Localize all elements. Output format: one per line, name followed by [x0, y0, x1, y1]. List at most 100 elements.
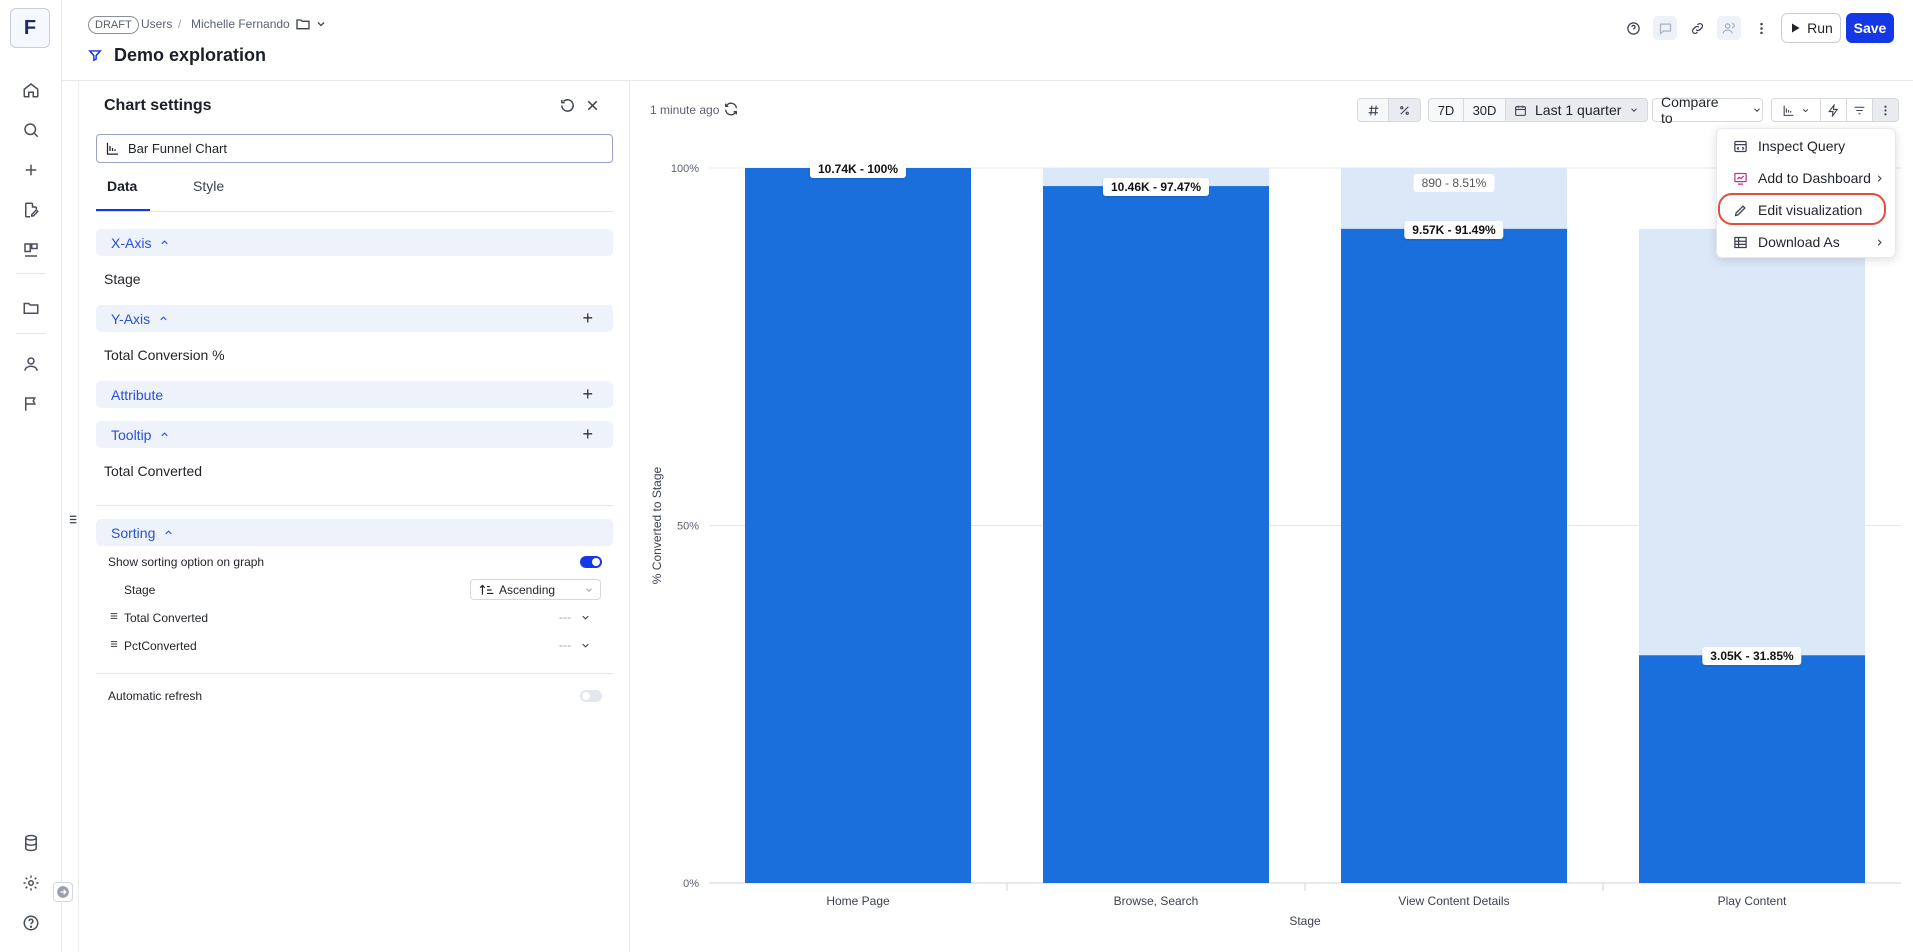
- sort-order-select[interactable]: Ascending: [470, 579, 601, 600]
- tooltip-label: Tooltip: [111, 426, 152, 443]
- folder-icon[interactable]: [19, 296, 43, 320]
- home-icon[interactable]: [19, 78, 43, 102]
- menu-item-download-as[interactable]: Download As: [1717, 227, 1897, 257]
- tooltip-section[interactable]: Tooltip +: [96, 421, 613, 448]
- y-axis-label: Y-Axis: [111, 310, 151, 327]
- save-button[interactable]: Save: [1846, 13, 1894, 43]
- close-icon[interactable]: [584, 97, 601, 114]
- drag-handle-icon[interactable]: [110, 612, 118, 620]
- sort-order-value: Ascending: [499, 582, 556, 597]
- add-attribute-icon[interactable]: +: [582, 385, 593, 403]
- folder-dropdown[interactable]: [295, 16, 327, 32]
- attribute-section[interactable]: Attribute +: [96, 381, 613, 408]
- bar-chart-icon: [106, 142, 119, 155]
- number-format-button[interactable]: [1357, 98, 1389, 122]
- range-30d-button[interactable]: 30D: [1464, 98, 1506, 122]
- menu-item-inspect-query[interactable]: Inspect Query: [1717, 131, 1897, 161]
- run-button[interactable]: Run: [1781, 13, 1841, 43]
- arrow-circle-icon: [57, 886, 69, 898]
- bar-converted[interactable]: [745, 168, 971, 883]
- folder-icon: [296, 19, 310, 30]
- menu-item-add-to-dashboard[interactable]: Add to Dashboard: [1717, 163, 1897, 193]
- bar-value-label: 3.05K - 31.85%: [1702, 647, 1802, 666]
- bar-chart-icon: [1783, 105, 1794, 116]
- chart-more-button[interactable]: [1873, 98, 1899, 122]
- breadcrumb-users[interactable]: Users: [141, 17, 172, 31]
- dashboard-icon: [1734, 172, 1747, 185]
- app-logo[interactable]: F: [10, 8, 50, 48]
- chevron-down-icon[interactable]: [580, 640, 591, 651]
- percent-format-button[interactable]: [1389, 98, 1421, 122]
- bar-value-label: 9.57K - 91.49%: [1404, 220, 1504, 239]
- bar-value-label: 10.74K - 100%: [809, 160, 907, 178]
- rail-divider: [16, 333, 46, 334]
- x-tick-label: Play Content: [1718, 894, 1787, 908]
- more-options-icon: [1884, 105, 1887, 115]
- search-icon[interactable]: [19, 118, 43, 142]
- highlight-ring: [1718, 193, 1886, 225]
- chevron-up-icon: [165, 530, 173, 535]
- help-icon[interactable]: [19, 911, 43, 935]
- compare-to-select[interactable]: Compare to: [1652, 94, 1763, 126]
- x-tick-label: View Content Details: [1398, 894, 1509, 908]
- section-divider: [96, 673, 613, 674]
- show-sorting-toggle[interactable]: [580, 556, 602, 568]
- list-icon[interactable]: [65, 513, 78, 526]
- x-axis-field[interactable]: Stage: [104, 271, 141, 287]
- compare-to-label: Compare to: [1661, 94, 1719, 126]
- code-icon: [1734, 140, 1747, 152]
- collapse-rail-button[interactable]: [53, 882, 73, 902]
- filter-button[interactable]: [1847, 98, 1873, 122]
- boards-icon[interactable]: [19, 238, 43, 262]
- chart-type-button[interactable]: [1771, 98, 1821, 122]
- y-axis-field[interactable]: Total Conversion %: [104, 347, 225, 363]
- hash-icon: [1368, 105, 1378, 115]
- rail-divider: [16, 273, 46, 274]
- link-icon[interactable]: [1685, 16, 1709, 40]
- tab-data[interactable]: Data: [107, 178, 137, 194]
- bar-converted[interactable]: [1639, 655, 1865, 883]
- bar-converted[interactable]: [1341, 228, 1567, 883]
- gear-icon[interactable]: [19, 871, 43, 895]
- refresh-icon[interactable]: [723, 101, 739, 117]
- auto-refresh-label: Automatic refresh: [108, 689, 203, 703]
- comment-icon[interactable]: [1653, 16, 1677, 40]
- y-axis-title: % Converted to Stage: [650, 466, 664, 584]
- bar-converted[interactable]: [1043, 186, 1269, 884]
- add-tooltip-icon[interactable]: +: [582, 425, 593, 443]
- range-7d-button[interactable]: 7D: [1428, 98, 1464, 122]
- database-icon[interactable]: [19, 831, 43, 855]
- chevron-down-icon[interactable]: [580, 612, 591, 623]
- x-axis-title: Stage: [1289, 914, 1321, 928]
- edit-document-icon[interactable]: [19, 198, 43, 222]
- users-icon[interactable]: [1717, 16, 1741, 40]
- reset-icon[interactable]: [559, 97, 576, 114]
- date-range-select[interactable]: Last 1 quarter: [1506, 98, 1648, 122]
- breadcrumb-owner[interactable]: Michelle Fernando: [191, 17, 290, 31]
- breadcrumb-separator: /: [178, 17, 182, 31]
- page-title: Demo exploration: [114, 45, 267, 65]
- chart-type-select[interactable]: Bar Funnel Chart: [96, 134, 613, 163]
- more-options-icon[interactable]: [1749, 16, 1773, 40]
- insights-button[interactable]: [1821, 98, 1847, 122]
- x-tick-label: Browse, Search: [1114, 894, 1199, 908]
- chevron-up-icon: [161, 240, 169, 245]
- add-y-axis-icon[interactable]: +: [582, 309, 593, 327]
- y-axis-section[interactable]: Y-Axis +: [96, 305, 613, 332]
- auto-refresh-toggle[interactable]: [580, 690, 602, 702]
- drag-handle-icon[interactable]: [110, 640, 118, 648]
- draft-badge: DRAFT: [88, 16, 139, 34]
- help-icon[interactable]: [1621, 16, 1645, 40]
- y-tick-label: 100%: [671, 163, 699, 175]
- sort-pct-converted-label: PctConverted: [124, 639, 197, 653]
- user-icon[interactable]: [19, 352, 43, 376]
- chevron-up-icon: [160, 316, 167, 321]
- x-axis-section[interactable]: X-Axis: [96, 229, 613, 256]
- x-tick-label: Home Page: [826, 894, 890, 908]
- tab-style[interactable]: Style: [193, 178, 224, 194]
- sorting-section[interactable]: Sorting: [96, 519, 613, 546]
- tooltip-field[interactable]: Total Converted: [104, 463, 202, 479]
- flag-icon[interactable]: [19, 392, 43, 416]
- plus-icon[interactable]: [19, 158, 43, 182]
- chevron-up-icon: [161, 432, 169, 437]
